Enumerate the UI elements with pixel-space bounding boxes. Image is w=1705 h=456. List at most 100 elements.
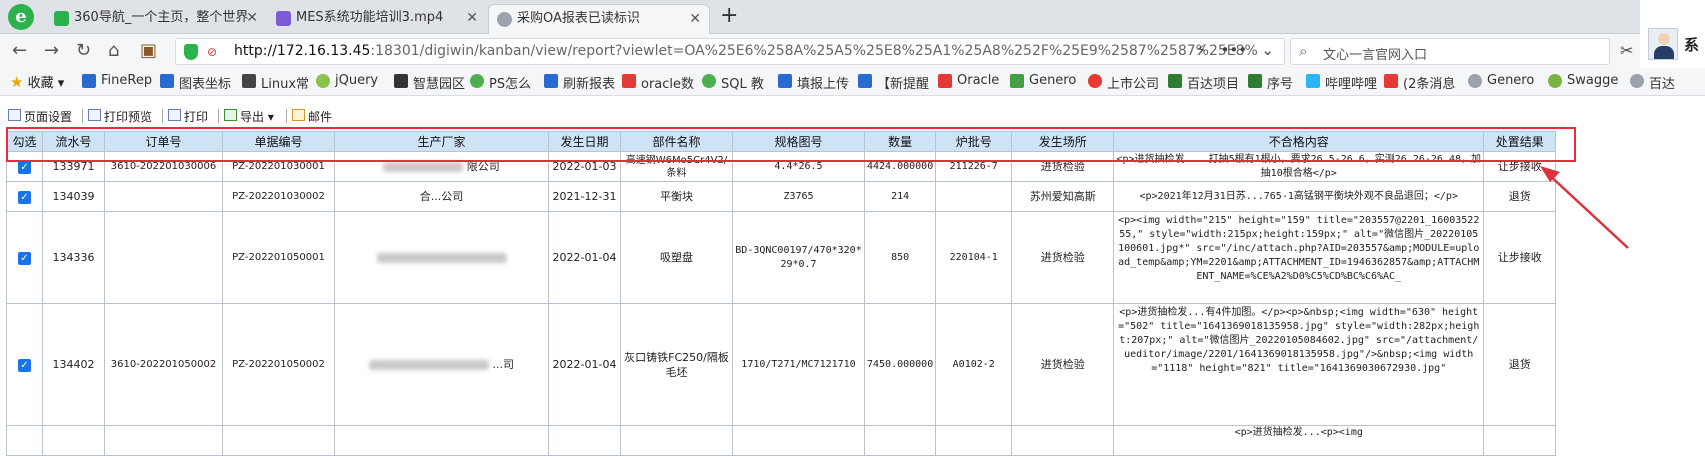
cell-part: 平衡块 xyxy=(620,181,733,212)
bookmark-item[interactable]: FineRep xyxy=(82,73,152,88)
bookmark-item[interactable]: 百达 xyxy=(1630,73,1675,92)
cell-date: 2022-01-03 xyxy=(548,151,621,182)
bookmark-item[interactable]: 百达项目 xyxy=(1168,73,1239,92)
folder-icon xyxy=(778,74,792,88)
col-header: 处置结果 xyxy=(1483,131,1557,152)
avatar[interactable] xyxy=(1648,28,1678,60)
col-header: 勾选 xyxy=(6,131,43,152)
more-icon[interactable]: ••• xyxy=(1221,41,1248,59)
cell-doc: PZ-202201030002 xyxy=(222,181,335,212)
checkbox-checked-icon[interactable]: ✓ xyxy=(18,252,31,265)
bookmark-item[interactable]: 上市公司 xyxy=(1088,73,1159,92)
checkbox-checked-icon[interactable]: ✓ xyxy=(18,161,31,174)
close-icon[interactable]: ✕ xyxy=(246,4,258,32)
new-tab-icon[interactable]: + xyxy=(720,3,738,28)
cell-batch: 220104-1 xyxy=(935,211,1013,304)
export-label: 导出 xyxy=(240,110,265,124)
cell-content-text: <p><img width="215" height="159" title="… xyxy=(1118,214,1480,282)
bookmark-label: 刷新报表 xyxy=(563,77,616,92)
close-icon[interactable]: ✕ xyxy=(466,4,478,32)
cell-date: 2022-01-04 xyxy=(548,303,621,426)
url-text[interactable]: http://172.16.13.45:18301/digiwin/kanban… xyxy=(234,43,1258,59)
bookmark-item[interactable]: Swagge xyxy=(1548,73,1618,88)
tab-report[interactable]: 采购OA报表已读标识 ✕ xyxy=(488,4,710,34)
bookmark-item[interactable]: oracle数 xyxy=(622,73,694,92)
bookmark-label: 序号 xyxy=(1267,77,1294,92)
chevron-down-icon[interactable]: ⌄ xyxy=(1261,41,1274,59)
star-icon: ★ xyxy=(10,73,24,91)
col-header: 炉批号 xyxy=(935,131,1013,152)
cell-result: 退货 xyxy=(1483,303,1557,426)
report-toolbar: 页面设置 打印预览 打印 导出 ▾ 邮件 xyxy=(0,106,1705,128)
bookmark-item[interactable]: 刷新报表 xyxy=(544,73,615,92)
bookmark-label: Oracle xyxy=(957,73,1000,88)
printer-icon xyxy=(168,109,181,121)
bookmark-item[interactable]: 图表坐标 xyxy=(160,73,231,92)
url-host: http://172.16.13.45 xyxy=(234,43,371,59)
scissors-icon[interactable]: ✂ xyxy=(1620,41,1633,60)
bilibili-icon xyxy=(1306,74,1320,88)
table-header-row: 勾选 流水号 订单号 单据编号 生产厂家 发生日期 部件名称 规格图号 数量 炉… xyxy=(6,131,1557,152)
print-preview-button[interactable]: 打印预览 xyxy=(88,108,152,125)
address-bar[interactable]: ⊘ http://172.16.13.45:18301/digiwin/kanb… xyxy=(175,38,1285,65)
tab-360-nav[interactable]: 360导航_一个主页，整个世界 ✕ xyxy=(46,4,266,34)
mail-button[interactable]: 邮件 xyxy=(292,108,332,125)
row-checkbox[interactable] xyxy=(6,425,43,456)
tab-mes-video[interactable]: MES系统功能培训3.mp4 ✕ xyxy=(268,4,486,34)
cell-content: <p>进货抽检发...有4件加图。</p><p>&nbsp;<img width… xyxy=(1113,303,1485,426)
bookmark-item[interactable]: Genero xyxy=(1010,73,1076,88)
cell-result: 退货 xyxy=(1483,181,1557,212)
cell-doc: PZ-202201030001 xyxy=(222,151,335,182)
security-shield-icon[interactable] xyxy=(184,44,198,60)
lightning-icon[interactable]: ⚡ xyxy=(1196,41,1207,59)
row-checkbox[interactable]: ✓ xyxy=(6,211,43,304)
bookmark-item[interactable]: Genero xyxy=(1468,73,1534,88)
folder-icon xyxy=(858,74,872,88)
bookmark-favorites[interactable]: ★ 收藏 ▾ xyxy=(10,72,64,91)
search-box[interactable]: ⌕ 文心一言官网入口 xyxy=(1290,38,1610,65)
checkbox-checked-icon[interactable]: ✓ xyxy=(18,359,31,372)
bookmark-item[interactable]: Oracle xyxy=(938,73,999,88)
cell-doc xyxy=(222,425,335,456)
checkbox-checked-icon[interactable]: ✓ xyxy=(18,191,31,204)
row-checkbox[interactable]: ✓ xyxy=(6,181,43,212)
sheet-icon xyxy=(1168,74,1182,88)
bookmark-item[interactable]: Linux常 xyxy=(242,73,309,92)
print-preview-label: 打印预览 xyxy=(104,110,153,124)
back-icon[interactable]: ← xyxy=(12,39,27,63)
cell-qty: 214 xyxy=(863,181,937,212)
divider xyxy=(286,109,287,123)
bookmark-item[interactable]: PS怎么 xyxy=(470,73,531,92)
bookmark-label: Genero xyxy=(1487,73,1535,88)
reload-icon[interactable]: ↻ xyxy=(76,39,91,63)
close-icon[interactable]: ✕ xyxy=(689,5,701,33)
genero-icon xyxy=(1010,74,1024,88)
bookmark-item[interactable]: jQuery xyxy=(316,73,378,88)
cell-place: 进货检验 xyxy=(1011,211,1115,304)
export-button[interactable]: 导出 ▾ xyxy=(224,108,274,125)
print-button[interactable]: 打印 xyxy=(168,108,208,125)
cell-serial: 133971 xyxy=(42,151,105,182)
bookmark-item[interactable]: 智慧园区 xyxy=(394,73,465,92)
not-secure-icon[interactable]: ⊘ xyxy=(207,45,217,59)
bookmark-item[interactable]: 填报上传 xyxy=(778,73,849,92)
briefcase-icon[interactable]: ▣ xyxy=(140,39,157,63)
bookmark-item[interactable]: 哔哩哔哩 xyxy=(1306,73,1377,92)
forward-icon[interactable]: → xyxy=(44,39,59,63)
search-text[interactable]: 文心一言官网入口 xyxy=(1323,44,1427,63)
row-checkbox[interactable]: ✓ xyxy=(6,151,43,182)
cell-batch xyxy=(935,425,1013,456)
bookmark-item[interactable]: 【新提醒 xyxy=(858,73,929,92)
page-setup-button[interactable]: 页面设置 xyxy=(8,108,72,125)
row-checkbox[interactable]: ✓ xyxy=(6,303,43,426)
cell-serial: 134402 xyxy=(42,303,105,426)
folder-icon xyxy=(544,74,558,88)
bookmark-item[interactable]: 序号 xyxy=(1248,73,1293,92)
bookmark-item[interactable]: (2条消息 xyxy=(1384,73,1455,92)
browser-logo-icon[interactable]: e xyxy=(8,4,34,30)
bookmark-item[interactable]: SQL 教 xyxy=(702,73,764,92)
bookmark-label: FineRep xyxy=(101,73,153,88)
print-preview-icon xyxy=(88,109,101,121)
home-icon[interactable]: ⌂ xyxy=(108,39,119,63)
globe-favicon-icon xyxy=(497,12,512,27)
